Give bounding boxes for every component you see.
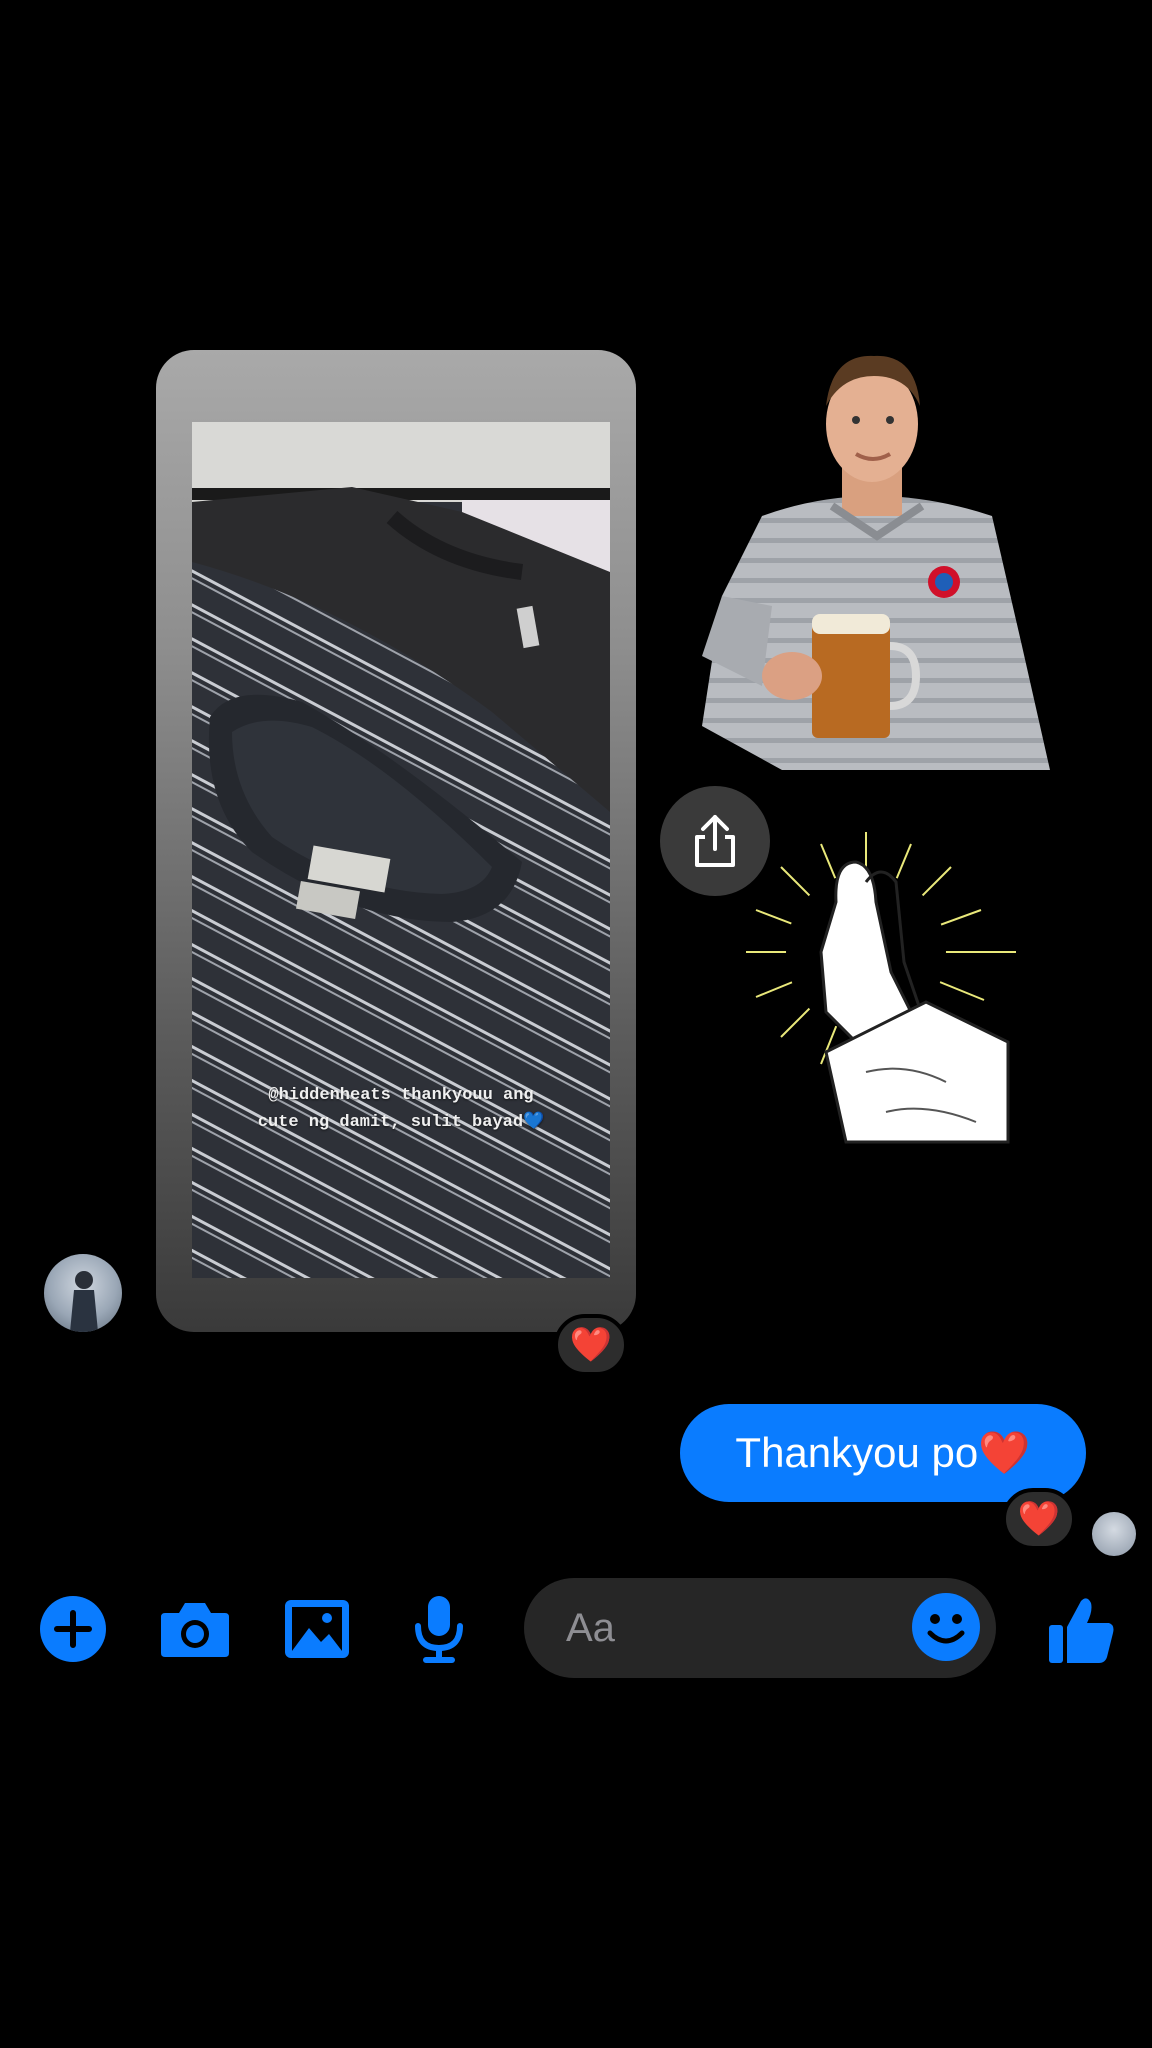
sent-message-bubble[interactable]: Thankyou po❤️ [680,1404,1086,1502]
story-photo: @hiddenheats thankyouu ang cute ng damit… [192,422,610,1278]
camera-icon [161,1603,229,1657]
story-caption: @hiddenheats thankyouu ang cute ng damit… [257,1086,545,1132]
emoji-icon [912,1593,980,1661]
microphone-icon [415,1596,463,1663]
camera-button[interactable] [158,1592,232,1666]
sticker-praying-hands[interactable] [716,822,1034,1150]
sticker-goalkeeper-beer[interactable] [702,346,1050,770]
message-reaction-badge[interactable]: ❤️ [1002,1488,1076,1550]
gallery-button[interactable] [280,1592,354,1666]
gallery-icon [285,1600,349,1658]
read-receipt-avatar [1092,1512,1136,1556]
like-button[interactable] [1042,1592,1120,1666]
story-reaction-badge[interactable]: ❤️ [554,1314,628,1376]
emoji-button[interactable] [910,1591,982,1663]
plus-button[interactable] [36,1592,110,1666]
plus-icon [40,1596,106,1662]
sender-avatar[interactable] [44,1254,122,1332]
story-card[interactable]: @hiddenheats thankyouu ang cute ng damit… [156,350,636,1332]
thumbs-up-icon [1049,1598,1114,1663]
microphone-button[interactable] [402,1592,476,1666]
